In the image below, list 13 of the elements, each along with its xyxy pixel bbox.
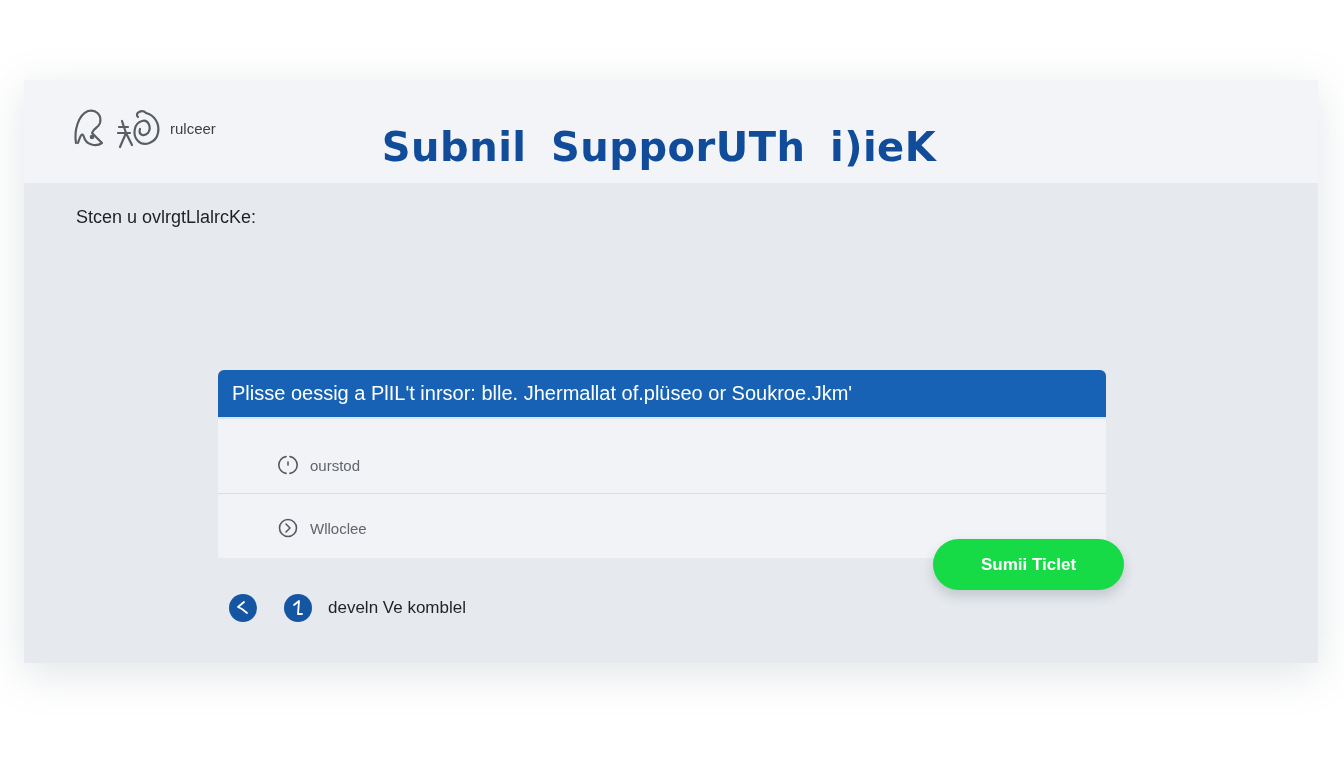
submit-button[interactable]: Sumii Ticlet <box>933 539 1124 590</box>
numeral-one-icon[interactable] <box>284 594 312 622</box>
footer-text: develn Ve komblel <box>328 598 466 618</box>
logo-text: rulceer <box>170 120 216 137</box>
input-field[interactable]: Wlloclee <box>310 519 610 537</box>
sketch-logo-icon <box>72 106 162 151</box>
panel-heading: Plisse oessig a PlIL't inrsor: blle. Jhermallat of.plüseo or Soukroe.Jkm' <box>218 370 1106 417</box>
input-field[interactable]: ourstod <box>310 456 610 474</box>
page-title: Subnil SupporUTh i)ieK <box>381 123 937 170</box>
chevron-circle-icon <box>278 518 298 538</box>
subtitle: Stcen u ovlrgtLlalrcKe: <box>76 207 257 228</box>
chevron-left-icon[interactable] <box>229 594 257 622</box>
dashed-circle-icon <box>278 455 298 475</box>
